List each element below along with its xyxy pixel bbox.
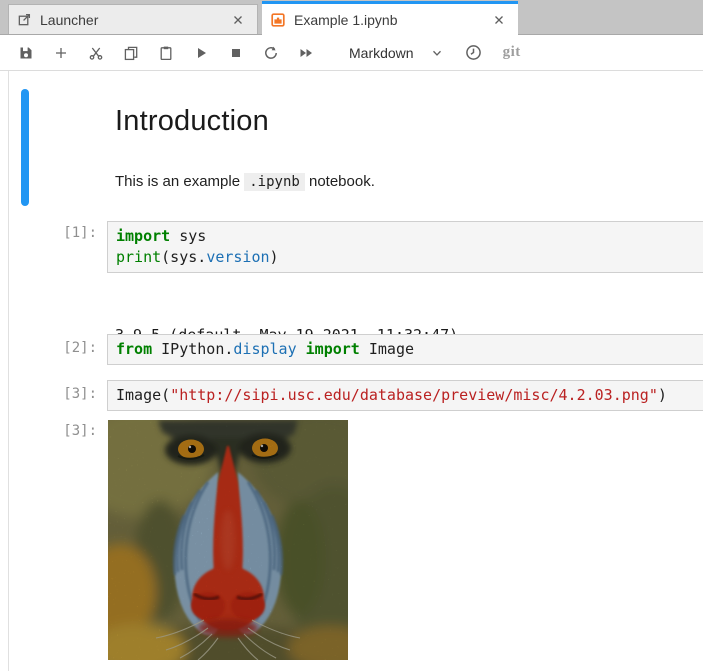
inline-code: .ipynb: [244, 173, 305, 191]
run-all-button[interactable]: [288, 39, 323, 67]
code-line: from IPython.display import Image: [116, 339, 696, 360]
paragraph-text: notebook.: [305, 173, 375, 190]
copy-button[interactable]: [113, 39, 148, 67]
restart-kernel-button[interactable]: [253, 39, 288, 67]
clock-icon: [465, 44, 482, 61]
code-token: ): [658, 386, 667, 404]
code-line: import sys: [116, 226, 696, 247]
output-image-mandrill: [108, 420, 348, 660]
code-token: [297, 340, 306, 358]
code-token: sys: [170, 227, 206, 245]
launcher-icon: [17, 12, 32, 27]
code-line: Image("http://sipi.usc.edu/database/prev…: [116, 385, 696, 406]
tab-example-notebook[interactable]: Example 1.ipynb: [262, 1, 518, 35]
notebook-icon: [270, 12, 286, 28]
git-label: git: [503, 44, 521, 61]
markdown-heading: Introduction: [115, 105, 269, 138]
code-line: print(sys.version): [116, 247, 696, 268]
code-cell-input[interactable]: import sys print(sys.version): [107, 221, 703, 273]
tab-label: Launcher: [40, 12, 223, 28]
code-token: version: [206, 248, 269, 266]
code-token: display: [233, 340, 296, 358]
code-token: Image: [360, 340, 414, 358]
code-cell-input[interactable]: Image("http://sipi.usc.edu/database/prev…: [107, 380, 703, 411]
close-icon[interactable]: [490, 11, 508, 29]
stop-button[interactable]: [218, 39, 253, 67]
output-prompt: [3]:: [0, 423, 107, 439]
input-prompt: [2]:: [0, 340, 107, 356]
run-button[interactable]: [183, 39, 218, 67]
input-prompt: [1]:: [0, 225, 107, 241]
code-token: (sys.: [161, 248, 206, 266]
close-icon[interactable]: [229, 11, 247, 29]
chevron-down-icon: [430, 46, 444, 60]
tab-launcher[interactable]: Launcher: [8, 4, 258, 34]
paste-button[interactable]: [148, 39, 183, 67]
code-token: print: [116, 248, 161, 266]
markdown-paragraph: This is an example .ipynb notebook.: [115, 173, 375, 190]
jupyterlab-window: Launcher Example 1.ipynb: [0, 0, 703, 672]
cut-button[interactable]: [78, 39, 113, 67]
notebook-toolbar: Markdown git: [0, 35, 703, 71]
clock-icon-button[interactable]: [456, 39, 491, 67]
code-token: Image(: [116, 386, 170, 404]
tab-label: Example 1.ipynb: [294, 12, 484, 28]
add-cell-button[interactable]: [43, 39, 78, 67]
panel-left-border: [8, 71, 9, 671]
code-token: import: [306, 340, 360, 358]
cell-type-value: Markdown: [349, 45, 414, 61]
notebook-panel: Introduction This is an example .ipynb n…: [0, 71, 703, 671]
code-cell-input[interactable]: from IPython.display import Image: [107, 334, 703, 365]
cell-type-dropdown[interactable]: Markdown: [349, 45, 444, 61]
code-token: from: [116, 340, 152, 358]
save-button[interactable]: [8, 39, 43, 67]
paragraph-text: This is an example: [115, 173, 244, 190]
cell-collapser[interactable]: [21, 89, 29, 206]
input-prompt: [3]:: [0, 386, 107, 402]
code-token: IPython.: [152, 340, 233, 358]
code-token: ): [270, 248, 279, 266]
code-token: import: [116, 227, 170, 245]
code-token: "http://sipi.usc.edu/database/preview/mi…: [170, 386, 658, 404]
dock-tab-bar: Launcher Example 1.ipynb: [0, 0, 703, 35]
